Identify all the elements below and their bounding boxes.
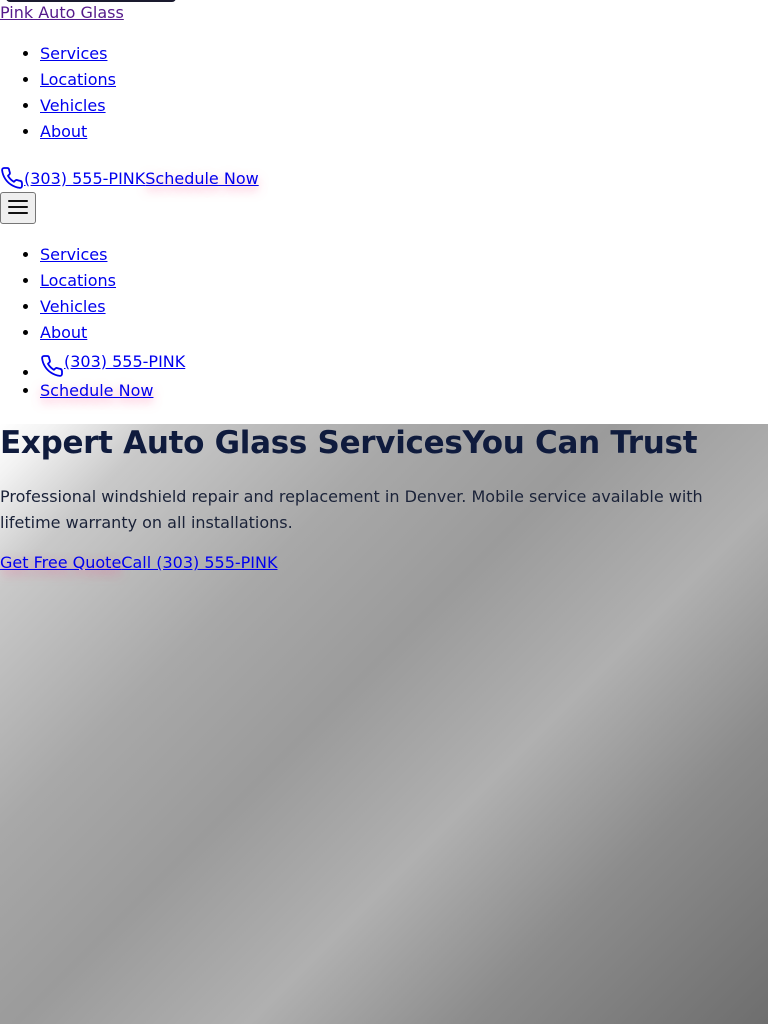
nav-item-locations: Locations	[40, 67, 116, 93]
mobile-nav-item-services: Services	[40, 242, 185, 268]
header-phone-link[interactable]: (303) 555-PINK	[24, 168, 145, 190]
hero-cta-group: Get Free QuoteCall (303) 555-PINK	[0, 552, 277, 574]
hero-description: Professional windshield repair and repla…	[0, 487, 703, 532]
brand-logo-link[interactable]: Pink Auto Glass	[0, 2, 124, 24]
phone-icon	[0, 166, 24, 190]
nav-link-locations[interactable]: Locations	[40, 70, 116, 89]
desktop-nav: Services Locations Vehicles About	[0, 41, 116, 145]
phone-icon	[40, 354, 64, 378]
nav-link-services[interactable]: Services	[40, 44, 107, 63]
hero-title-part2: You Can Trust	[462, 425, 698, 461]
hero-section: Expert Auto Glass ServicesYou Can Trust …	[0, 424, 768, 1024]
mobile-nav-item-schedule: Schedule Now	[40, 378, 185, 404]
mobile-nav: Services Locations Vehicles About (303) …	[0, 242, 185, 404]
mobile-nav-link-services[interactable]: Services	[40, 245, 107, 264]
mobile-nav-phone-link[interactable]: (303) 555-PINK	[64, 346, 185, 378]
mobile-nav-item-phone: (303) 555-PINK	[40, 346, 185, 378]
header-schedule-button[interactable]: Schedule Now	[145, 168, 258, 190]
mobile-nav-schedule-button[interactable]: Schedule Now	[40, 381, 153, 400]
nav-link-about[interactable]: About	[40, 122, 87, 141]
hamburger-menu-icon	[7, 198, 29, 219]
mobile-nav-item-about: About	[40, 320, 185, 346]
mobile-nav-item-vehicles: Vehicles	[40, 294, 185, 320]
hero-title-part1: Expert Auto Glass Services	[0, 425, 463, 461]
mobile-nav-link-about[interactable]: About	[40, 323, 87, 342]
get-free-quote-button[interactable]: Get Free Quote	[0, 553, 121, 572]
nav-item-about: About	[40, 119, 116, 145]
call-phone-button[interactable]: Call (303) 555-PINK	[121, 553, 277, 572]
header-actions: (303) 555-PINK Schedule Now	[0, 160, 259, 190]
nav-item-services: Services	[40, 41, 116, 67]
nav-link-vehicles[interactable]: Vehicles	[40, 96, 106, 115]
mobile-menu-toggle[interactable]	[0, 192, 36, 224]
mobile-nav-link-vehicles[interactable]: Vehicles	[40, 297, 106, 316]
mobile-nav-link-locations[interactable]: Locations	[40, 271, 116, 290]
mobile-nav-item-locations: Locations	[40, 268, 185, 294]
nav-item-vehicles: Vehicles	[40, 93, 116, 119]
hero-title: Expert Auto Glass ServicesYou Can Trust	[0, 424, 698, 462]
